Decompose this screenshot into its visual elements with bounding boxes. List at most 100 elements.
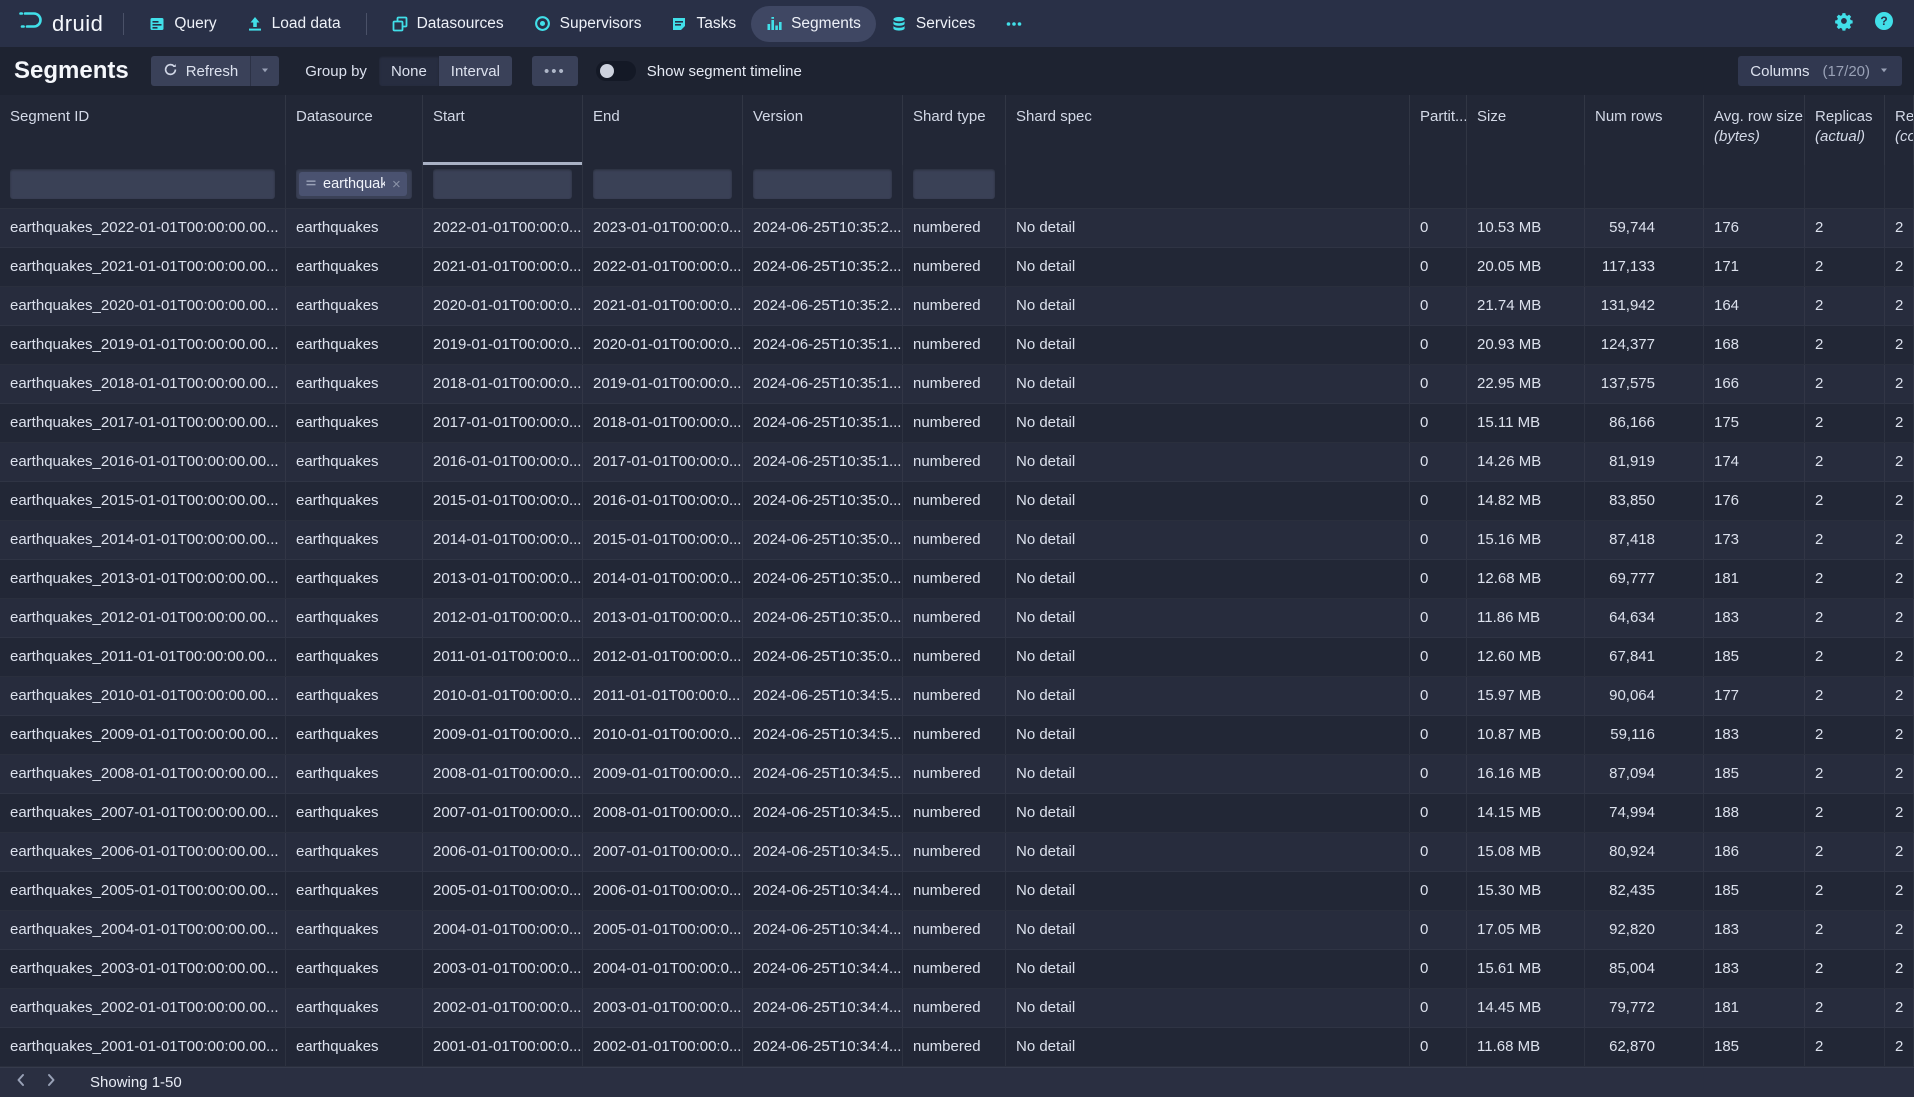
table-row[interactable]: earthquakes_2021-01-01T00:00:00.00...ear… (0, 248, 1914, 287)
column-header-label: Num rows (1595, 108, 1693, 125)
cell-size: 14.15 MB (1467, 794, 1585, 832)
cell-end: 2015-01-01T00:00:0... (583, 521, 743, 559)
filter-input-segment_id[interactable] (10, 169, 275, 199)
druid-logo[interactable]: druid (14, 8, 113, 39)
table-row[interactable]: earthquakes_2015-01-01T00:00:00.00...ear… (0, 482, 1914, 521)
cell-end: 2005-01-01T00:00:0... (583, 911, 743, 949)
tag-remove-icon[interactable]: × (392, 176, 401, 193)
load-data-icon (247, 16, 263, 32)
next-page-button[interactable] (36, 1070, 66, 1096)
table-row[interactable]: earthquakes_2014-01-01T00:00:00.00...ear… (0, 521, 1914, 560)
filter-input-version[interactable] (753, 169, 892, 199)
filter-input-end[interactable] (593, 169, 732, 199)
cell-shard_type: numbered (903, 755, 1006, 793)
cell-avg_row_size: 185 (1704, 1028, 1805, 1066)
cell-datasource: earthquakes (286, 755, 423, 793)
cell-version: 2024-06-25T10:35:2... (743, 287, 903, 325)
filter-input-datasource[interactable]: earthquakes× (296, 169, 412, 199)
table-row[interactable]: earthquakes_2020-01-01T00:00:00.00...ear… (0, 287, 1914, 326)
cell-replicas: 2 (1805, 209, 1885, 247)
datasource-filter-tag[interactable]: earthquakes× (299, 172, 407, 196)
cell-shard_spec: No detail (1006, 560, 1410, 598)
refresh-button[interactable]: Refresh (151, 56, 251, 86)
help-button[interactable]: ? (1874, 11, 1894, 36)
num-rows-value: 74,994 (1595, 794, 1655, 832)
column-header-start[interactable]: Start (423, 95, 583, 165)
cell-size: 21.74 MB (1467, 287, 1585, 325)
cell-datasource: earthquakes (286, 287, 423, 325)
table-row[interactable]: earthquakes_2006-01-01T00:00:00.00...ear… (0, 833, 1914, 872)
table-row[interactable]: earthquakes_2017-01-01T00:00:00.00...ear… (0, 404, 1914, 443)
cell-end: 2022-01-01T00:00:0... (583, 248, 743, 286)
prev-page-button[interactable] (6, 1070, 36, 1096)
table-row[interactable]: earthquakes_2009-01-01T00:00:00.00...ear… (0, 716, 1914, 755)
column-header-label: Segment ID (10, 108, 275, 125)
cell-shard_spec: No detail (1006, 365, 1410, 403)
column-header-partition[interactable]: Partit... (1410, 95, 1467, 165)
nav-item-load-data[interactable]: Load data (232, 6, 356, 42)
nav-item-query[interactable]: Query (134, 6, 231, 42)
filter-input-start[interactable] (433, 169, 572, 199)
cell-num_rows: 62,870 (1585, 1028, 1704, 1066)
table-row[interactable]: earthquakes_2011-01-01T00:00:00.00...ear… (0, 638, 1914, 677)
column-header-avg_row_size[interactable]: Avg. row size(bytes) (1704, 95, 1805, 165)
cell-num_rows: 87,094 (1585, 755, 1704, 793)
table-row[interactable]: earthquakes_2022-01-01T00:00:00.00...ear… (0, 209, 1914, 248)
num-rows-value: 87,418 (1595, 521, 1655, 559)
group-by-option-interval[interactable]: Interval (439, 56, 512, 86)
column-header-num_rows[interactable]: Num rows (1585, 95, 1704, 165)
nav-item-supervisors[interactable]: Supervisors (519, 6, 657, 42)
nav-item-segments[interactable]: Segments (751, 6, 876, 42)
filter-input-shard_type[interactable] (913, 169, 995, 199)
table-row[interactable]: earthquakes_2007-01-01T00:00:00.00...ear… (0, 794, 1914, 833)
cell-num_rows: 59,116 (1585, 716, 1704, 754)
more-actions-button[interactable]: ••• (532, 56, 578, 86)
table-row[interactable]: earthquakes_2016-01-01T00:00:00.00...ear… (0, 443, 1914, 482)
cell-segment_id: earthquakes_2012-01-01T00:00:00.00... (0, 599, 286, 637)
table-row[interactable]: earthquakes_2003-01-01T00:00:00.00...ear… (0, 950, 1914, 989)
table-row[interactable]: earthquakes_2004-01-01T00:00:00.00...ear… (0, 911, 1914, 950)
table-row[interactable]: earthquakes_2013-01-01T00:00:00.00...ear… (0, 560, 1914, 599)
cell-shard_spec: No detail (1006, 443, 1410, 481)
column-header-shard_type[interactable]: Shard type (903, 95, 1006, 165)
services-icon (891, 16, 907, 32)
cell-replicas: 2 (1805, 911, 1885, 949)
table-row[interactable]: earthquakes_2012-01-01T00:00:00.00...ear… (0, 599, 1914, 638)
table-row[interactable]: earthquakes_2010-01-01T00:00:00.00...ear… (0, 677, 1914, 716)
cell-shard_spec: No detail (1006, 911, 1410, 949)
chevron-down-icon (259, 63, 271, 80)
cell-version: 2024-06-25T10:35:0... (743, 560, 903, 598)
column-header-size[interactable]: Size (1467, 95, 1585, 165)
table-row[interactable]: earthquakes_2018-01-01T00:00:00.00...ear… (0, 365, 1914, 404)
columns-button[interactable]: Columns (17/20) (1738, 56, 1902, 86)
column-header-replicas[interactable]: Replicas(actual) (1805, 95, 1885, 165)
group-by-option-none[interactable]: None (379, 56, 439, 86)
filter-cell-num_rows (1585, 165, 1704, 208)
table-row[interactable]: earthquakes_2005-01-01T00:00:00.00...ear… (0, 872, 1914, 911)
nav-item-more[interactable] (990, 6, 1038, 42)
table-row[interactable]: earthquakes_2002-01-01T00:00:00.00...ear… (0, 989, 1914, 1028)
show-segment-timeline-toggle[interactable]: Show segment timeline (596, 61, 802, 81)
nav-item-label: Supervisors (560, 15, 642, 33)
column-header-version[interactable]: Version (743, 95, 903, 165)
cell-partition: 0 (1410, 872, 1467, 910)
table-row[interactable]: earthquakes_2019-01-01T00:00:00.00...ear… (0, 326, 1914, 365)
column-header-segment_id[interactable]: Segment ID (0, 95, 286, 165)
column-header-shard_spec[interactable]: Shard spec (1006, 95, 1410, 165)
column-header-replication_factor[interactable]: Replication factor(configured) (1885, 95, 1914, 165)
cell-replicas: 2 (1805, 989, 1885, 1027)
column-header-datasource[interactable]: Datasource (286, 95, 423, 165)
nav-item-label: Services (916, 15, 975, 33)
nav-item-services[interactable]: Services (876, 6, 990, 42)
settings-button[interactable] (1835, 12, 1854, 36)
nav-item-datasources[interactable]: Datasources (377, 6, 519, 42)
cell-start: 2021-01-01T00:00:0... (423, 248, 583, 286)
cell-replication_factor: 2 (1885, 872, 1914, 910)
nav-item-tasks[interactable]: Tasks (656, 6, 751, 42)
table-row[interactable]: earthquakes_2001-01-01T00:00:00.00...ear… (0, 1028, 1914, 1067)
num-rows-value: 92,820 (1595, 911, 1655, 949)
table-row[interactable]: earthquakes_2008-01-01T00:00:00.00...ear… (0, 755, 1914, 794)
cell-avg_row_size: 188 (1704, 794, 1805, 832)
refresh-caret-button[interactable] (250, 56, 279, 86)
column-header-end[interactable]: End (583, 95, 743, 165)
